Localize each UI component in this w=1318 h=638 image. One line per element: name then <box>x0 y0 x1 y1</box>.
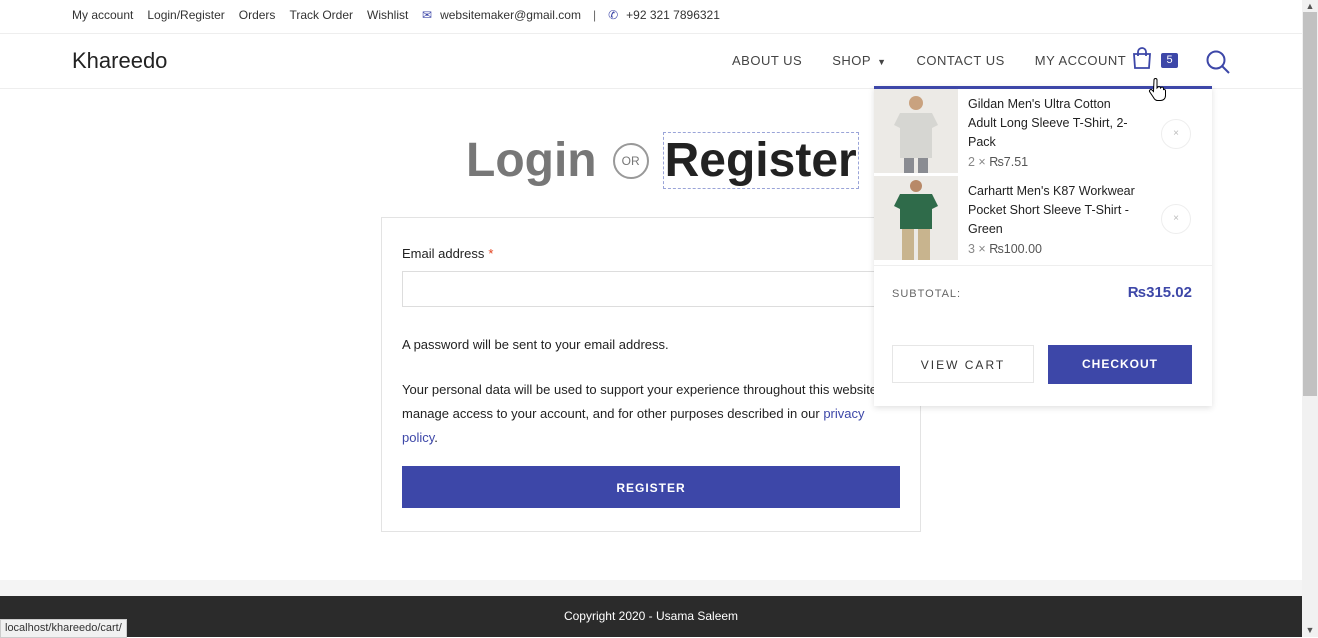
nav-my-account[interactable]: MY ACCOUNT <box>1035 53 1126 68</box>
contact-info: ✉ websitemaker@gmail.com | ✆ +92 321 789… <box>422 8 720 22</box>
scrollbar-thumb[interactable] <box>1303 12 1317 396</box>
remove-item-button[interactable]: × <box>1161 119 1191 149</box>
nav-contact-us[interactable]: CONTACT US <box>916 53 1004 68</box>
cart-item-quantity: 3 × ₨100.00 <box>968 242 1042 256</box>
cart-count-badge[interactable]: 5 <box>1161 53 1178 68</box>
scroll-up-icon[interactable]: ▲ <box>1302 0 1318 12</box>
chevron-down-icon: ▼ <box>877 57 887 67</box>
top-link-my-account[interactable]: My account <box>72 8 133 22</box>
shopping-bag-icon[interactable] <box>1130 46 1154 70</box>
site-header: Khareedo ABOUT US SHOP ▼ CONTACT US MY AC… <box>0 34 1302 89</box>
register-button[interactable]: REGISTER <box>402 466 900 508</box>
or-divider: OR <box>612 142 649 179</box>
password-note: A password will be sent to your email ad… <box>402 337 669 352</box>
contact-phone: +92 321 7896321 <box>626 8 720 22</box>
email-field[interactable] <box>402 271 898 307</box>
site-logo[interactable]: Khareedo <box>72 48 167 74</box>
main-nav: ABOUT US SHOP ▼ CONTACT US MY ACCOUNT <box>732 53 1126 68</box>
required-mark: * <box>488 246 494 261</box>
status-bar-url: localhost/khareedo/cart/ <box>0 619 127 638</box>
site-footer: Copyright 2020 - Usama Saleem <box>0 596 1302 637</box>
contact-email: websitemaker@gmail.com <box>440 8 581 22</box>
register-form: Email address * A password will be sent t… <box>381 217 921 532</box>
subtotal-label: SUBTOTAL: <box>892 288 962 300</box>
privacy-notice: Your personal data will be used to suppo… <box>402 378 902 450</box>
remove-item-button[interactable]: × <box>1161 204 1191 234</box>
top-link-orders[interactable]: Orders <box>239 8 276 22</box>
scroll-down-icon[interactable]: ▼ <box>1302 624 1318 636</box>
copyright-text: Copyright 2020 - Usama Saleem <box>563 609 739 623</box>
cart-item-price: ₨100.00 <box>989 242 1043 256</box>
cart-item-quantity: 2 × ₨7.51 <box>968 155 1028 169</box>
privacy-end: . <box>434 430 438 445</box>
login-heading[interactable]: Login <box>466 133 597 188</box>
top-links: My account Login/Register Orders Track O… <box>72 8 408 22</box>
footer-divider <box>0 580 1302 596</box>
subtotal-row: SUBTOTAL: ₨315.02 <box>874 265 1212 326</box>
page-title: Login OR Register <box>466 132 859 189</box>
cart-item: Carhartt Men's K87 Workwear Pocket Short… <box>874 176 1212 260</box>
cart-item-name[interactable]: Gildan Men's Ultra Cotton Adult Long Sle… <box>968 95 1138 152</box>
register-heading[interactable]: Register <box>662 132 859 189</box>
product-thumbnail[interactable] <box>874 176 958 260</box>
view-cart-button[interactable]: VIEW CART <box>892 345 1034 383</box>
nav-shop-label: SHOP <box>832 53 872 68</box>
cart-item-qty: 2 × <box>968 155 986 169</box>
subtotal-value: ₨315.02 <box>1127 284 1192 301</box>
contact-separator: | <box>592 8 597 22</box>
nav-shop[interactable]: SHOP ▼ <box>832 53 886 68</box>
email-label-text: Email address <box>402 246 485 261</box>
top-link-wishlist[interactable]: Wishlist <box>367 8 408 22</box>
top-bar: My account Login/Register Orders Track O… <box>0 0 1302 34</box>
email-label: Email address * <box>402 246 493 261</box>
cart-item-price: ₨7.51 <box>989 155 1029 169</box>
hand-cursor-icon <box>1148 78 1166 101</box>
product-thumbnail[interactable] <box>874 89 958 173</box>
search-icon[interactable] <box>1204 48 1232 76</box>
top-link-track-order[interactable]: Track Order <box>289 8 353 22</box>
cart-item-qty: 3 × <box>968 242 986 256</box>
privacy-text: Your personal data will be used to suppo… <box>402 382 896 421</box>
phone-icon: ✆ <box>608 8 619 22</box>
envelope-icon: ✉ <box>422 8 433 22</box>
top-link-login-register[interactable]: Login/Register <box>147 8 224 22</box>
mini-cart-dropdown: Gildan Men's Ultra Cotton Adult Long Sle… <box>874 86 1212 406</box>
checkout-button[interactable]: CHECKOUT <box>1048 345 1192 384</box>
nav-about-us[interactable]: ABOUT US <box>732 53 802 68</box>
cart-item-name[interactable]: Carhartt Men's K87 Workwear Pocket Short… <box>968 182 1138 239</box>
